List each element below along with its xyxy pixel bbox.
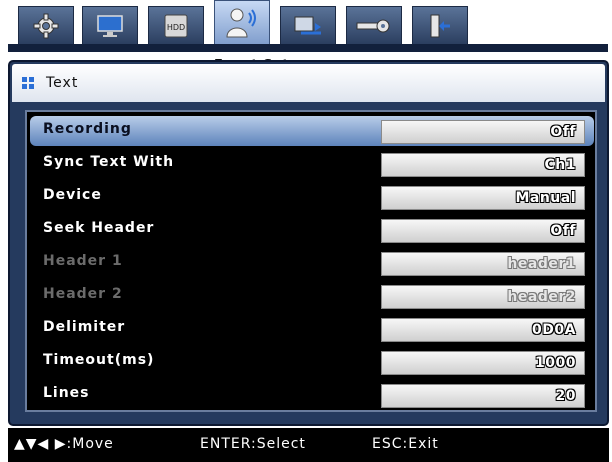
setting-value: header2 (507, 289, 576, 305)
setting-label: Seek Header (43, 220, 155, 236)
setting-row-timeout[interactable]: Timeout(ms) 1000 (33, 347, 591, 377)
setting-row-header-2: Header 2 header2 (33, 281, 591, 311)
setting-value: 20 (555, 388, 576, 404)
tab-device[interactable] (346, 6, 402, 46)
setting-row-lines[interactable]: Lines 20 (33, 380, 591, 410)
setting-value-field[interactable]: Ch1 (381, 153, 585, 177)
setting-row-recording[interactable]: Recording Off (30, 116, 594, 146)
setting-value-field[interactable]: Manual (381, 186, 585, 210)
setting-value-field[interactable]: 20 (381, 384, 585, 408)
exit-hint: ESC:Exit (372, 436, 439, 452)
setting-value: header1 (507, 256, 576, 272)
move-hint: ▲▼◀ ▶:Move (14, 436, 114, 452)
text-settings-dialog: Text Recording Off Sync Text With Ch1 De… (8, 60, 609, 426)
setting-label: Header 2 (43, 286, 123, 302)
tab-exit[interactable] (412, 6, 468, 46)
setting-value: 1000 (535, 355, 576, 371)
status-bar: ▲▼◀ ▶:Move ENTER:Select ESC:Exit (8, 428, 609, 462)
setting-value: Off (550, 223, 576, 239)
dialog-title: Text (46, 75, 79, 91)
setting-value: Off (550, 124, 576, 140)
tab-network[interactable] (280, 6, 336, 46)
setting-value: 0D0A (532, 322, 576, 338)
setting-value: Ch1 (544, 157, 576, 173)
setting-row-device[interactable]: Device Manual (33, 182, 591, 212)
setting-value-field: header1 (381, 252, 585, 276)
setting-label: Delimiter (43, 319, 126, 335)
setting-row-header-1: Header 1 header1 (33, 248, 591, 278)
setting-label: Sync Text With (43, 154, 175, 170)
tab-display[interactable] (82, 6, 138, 46)
setting-value-field: header2 (381, 285, 585, 309)
setting-label: Device (43, 187, 102, 203)
setting-row-sync-text-with[interactable]: Sync Text With Ch1 (33, 149, 591, 179)
device-settings-icon (356, 14, 392, 38)
hdd-icon: HDD (163, 13, 189, 39)
setting-value-field[interactable]: Off (381, 120, 585, 144)
setting-value-field[interactable]: Off (381, 219, 585, 243)
setting-row-delimiter[interactable]: Delimiter 0D0A (33, 314, 591, 344)
setting-label: Timeout(ms) (43, 352, 155, 368)
gear-icon (33, 13, 59, 39)
setting-row-seek-header[interactable]: Seek Header Off (33, 215, 591, 245)
tab-system[interactable] (18, 6, 74, 46)
setting-label: Header 1 (43, 253, 123, 269)
hdd-icon-label: HDD (167, 23, 185, 32)
menu-header-strip (8, 44, 608, 52)
network-icon (293, 13, 323, 39)
setting-value: Manual (515, 190, 576, 206)
settings-list: Recording Off Sync Text With Ch1 Device … (25, 110, 597, 412)
exit-icon (428, 13, 452, 39)
monitor-icon (96, 14, 124, 38)
setting-label: Lines (43, 385, 90, 401)
menu-tab-bar: HDD (18, 0, 474, 46)
dialog-title-bar: Text (12, 64, 605, 102)
setting-value-field[interactable]: 0D0A (381, 318, 585, 342)
tab-event[interactable] (214, 0, 270, 46)
setting-label: Recording (43, 121, 132, 137)
setting-value-field[interactable]: 1000 (381, 351, 585, 375)
select-hint: ENTER:Select (200, 436, 306, 452)
tab-storage[interactable]: HDD (148, 6, 204, 46)
user-alarm-icon (225, 7, 259, 39)
grid-icon (22, 77, 34, 89)
